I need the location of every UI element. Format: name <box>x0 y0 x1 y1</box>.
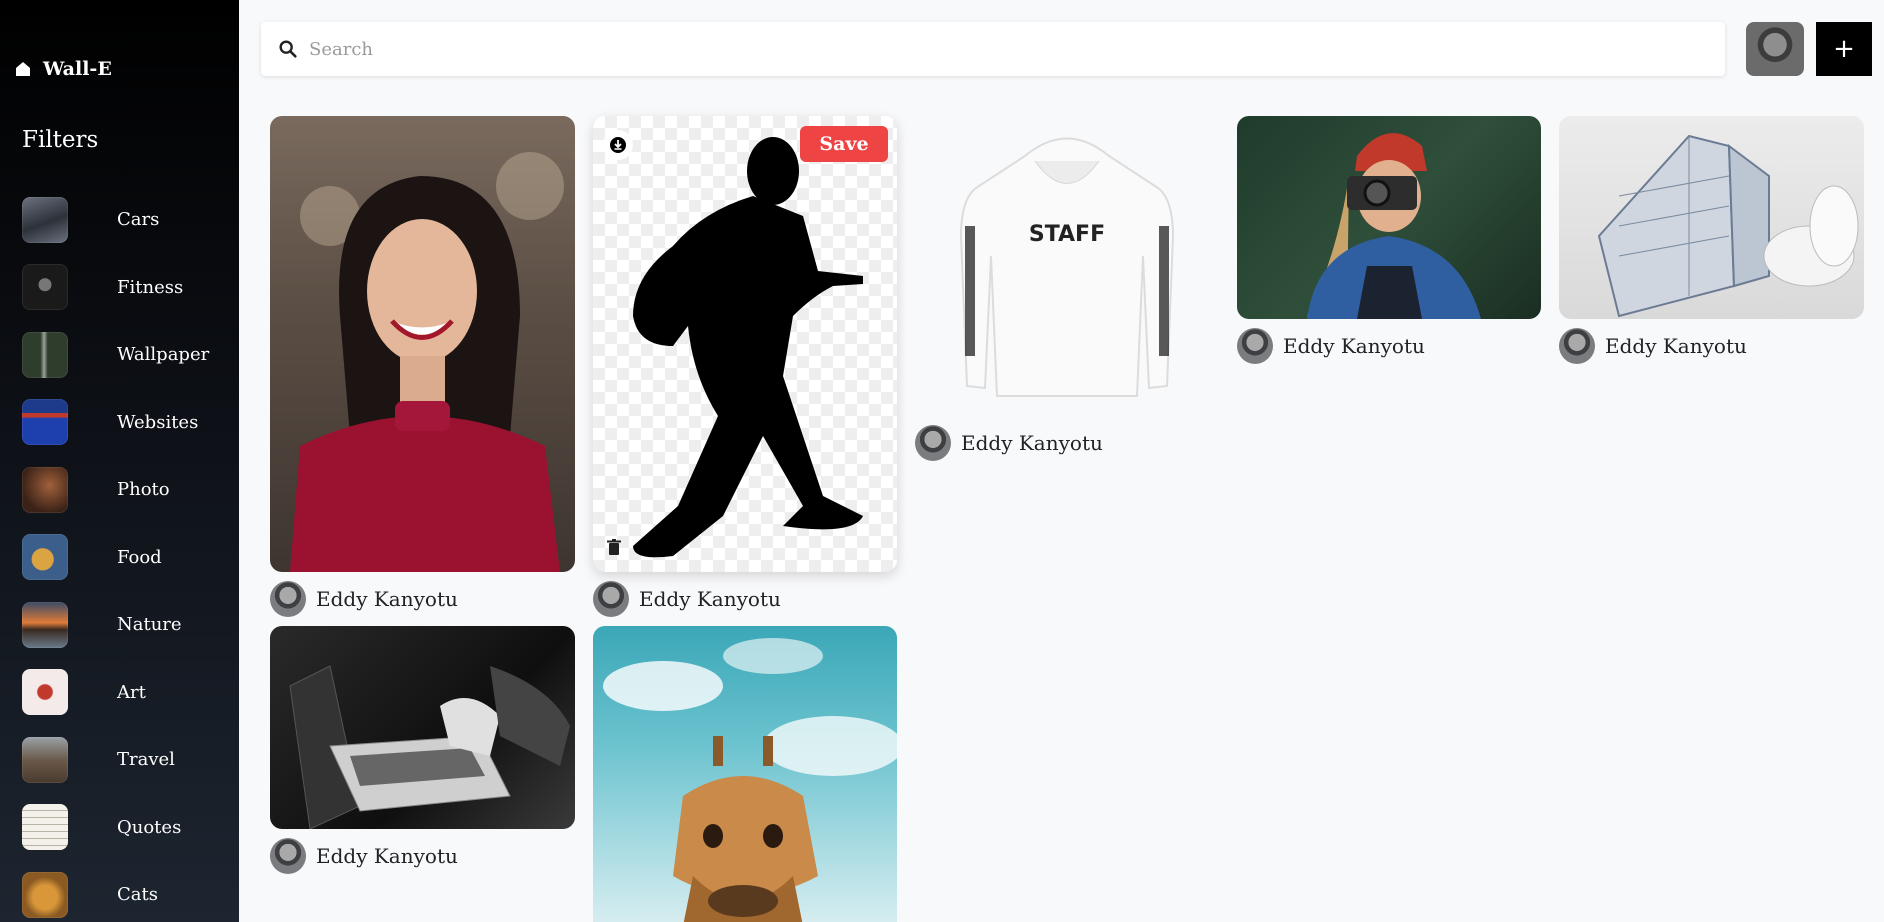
pin-card[interactable]: Eddy Kanyotu <box>270 116 575 617</box>
hoodie-text: STAFF <box>1029 222 1105 247</box>
filter-thumb <box>22 601 68 648</box>
filter-label: Fitness <box>117 276 184 298</box>
trash-icon[interactable] <box>605 538 623 556</box>
pin-image[interactable] <box>593 626 897 922</box>
pin-card[interactable]: STAFF Eddy Kanyotu <box>915 116 1219 461</box>
filter-label: Wallpaper <box>117 344 210 366</box>
pin-illustration: STAFF <box>959 137 1175 397</box>
pin-image[interactable]: STAFF <box>915 116 1219 416</box>
filter-thumb <box>22 264 68 311</box>
author-avatar <box>1559 328 1595 364</box>
filter-thumb <box>22 331 68 378</box>
filter-thumb <box>22 466 68 513</box>
filter-item-art[interactable]: Art <box>22 659 209 727</box>
filter-thumb <box>22 399 68 446</box>
pin-illustration <box>633 137 863 558</box>
search-input[interactable] <box>309 38 1689 60</box>
author-avatar <box>593 581 629 617</box>
author-avatar <box>915 425 951 461</box>
user-avatar-button[interactable] <box>1746 22 1804 76</box>
pin-author[interactable]: Eddy Kanyotu <box>915 425 1219 461</box>
pin-image[interactable] <box>1559 116 1864 319</box>
filter-label: Travel <box>117 749 175 771</box>
author-avatar <box>270 581 306 617</box>
home-icon <box>16 62 30 76</box>
filter-thumb <box>22 534 68 581</box>
filter-thumb <box>22 736 68 783</box>
filters-title: Filters <box>22 127 99 153</box>
filter-thumb <box>22 196 68 243</box>
filter-label: Websites <box>117 411 199 433</box>
filter-item-websites[interactable]: Websites <box>22 389 209 457</box>
add-pin-button[interactable]: + <box>1816 22 1872 76</box>
author-name: Eddy Kanyotu <box>1605 334 1747 358</box>
filter-thumb <box>22 871 68 918</box>
pin-illustration <box>290 152 564 572</box>
pin-card[interactable]: Eddy Kanyotu <box>1237 116 1541 364</box>
filter-item-cars[interactable]: Cars <box>22 186 209 254</box>
download-button[interactable] <box>603 130 633 160</box>
author-name: Eddy Kanyotu <box>1283 334 1425 358</box>
filter-item-fitness[interactable]: Fitness <box>22 254 209 322</box>
pin-image[interactable]: Save <box>593 116 897 572</box>
pin-illustration <box>289 665 570 829</box>
pin-illustration <box>603 638 897 922</box>
filter-item-food[interactable]: Food <box>22 524 209 592</box>
brand-link[interactable]: Wall-E <box>15 58 112 80</box>
pin-card[interactable]: Save Eddy Kanyotu <box>593 116 897 617</box>
author-name: Eddy Kanyotu <box>961 431 1103 455</box>
filter-thumb <box>22 804 68 851</box>
pin-image[interactable] <box>270 116 575 572</box>
download-icon <box>610 137 626 153</box>
filter-label: Food <box>117 546 162 568</box>
pin-image[interactable] <box>1237 116 1541 319</box>
pin-card[interactable]: Eddy Kanyotu <box>270 626 575 874</box>
sidebar: Wall-E Filters Cars Fitness Wallpaper We… <box>0 0 239 922</box>
filter-list: Cars Fitness Wallpaper Websites Photo Fo… <box>22 186 209 922</box>
filter-item-quotes[interactable]: Quotes <box>22 794 209 862</box>
filter-item-wallpaper[interactable]: Wallpaper <box>22 321 209 389</box>
filter-label: Nature <box>117 614 182 636</box>
author-name: Eddy Kanyotu <box>639 587 781 611</box>
brand-name: Wall-E <box>43 58 112 80</box>
filter-thumb <box>22 669 68 716</box>
filter-item-nature[interactable]: Nature <box>22 591 209 659</box>
pin-author[interactable]: Eddy Kanyotu <box>270 838 575 874</box>
filter-item-travel[interactable]: Travel <box>22 726 209 794</box>
filter-item-cats[interactable]: Cats <box>22 861 209 922</box>
filter-label: Quotes <box>117 816 182 838</box>
author-avatar <box>1237 328 1273 364</box>
filter-label: Art <box>117 681 146 703</box>
author-name: Eddy Kanyotu <box>316 844 458 868</box>
pin-card[interactable] <box>593 626 897 922</box>
pin-illustration <box>1597 134 1859 318</box>
filter-item-photo[interactable]: Photo <box>22 456 209 524</box>
filter-label: Cars <box>117 209 160 231</box>
save-button[interactable]: Save <box>800 126 888 162</box>
pin-image[interactable] <box>270 626 575 829</box>
filter-label: Photo <box>117 479 170 501</box>
filter-label: Cats <box>117 884 158 906</box>
pin-author[interactable]: Eddy Kanyotu <box>593 581 897 617</box>
pin-author[interactable]: Eddy Kanyotu <box>1559 328 1864 364</box>
search-icon <box>279 40 297 58</box>
author-avatar <box>270 838 306 874</box>
pin-card[interactable]: Eddy Kanyotu <box>1559 116 1864 364</box>
search-bar <box>261 22 1725 76</box>
author-name: Eddy Kanyotu <box>316 587 458 611</box>
pin-illustration <box>1307 133 1481 319</box>
pin-author[interactable]: Eddy Kanyotu <box>270 581 575 617</box>
pin-author[interactable]: Eddy Kanyotu <box>1237 328 1541 364</box>
